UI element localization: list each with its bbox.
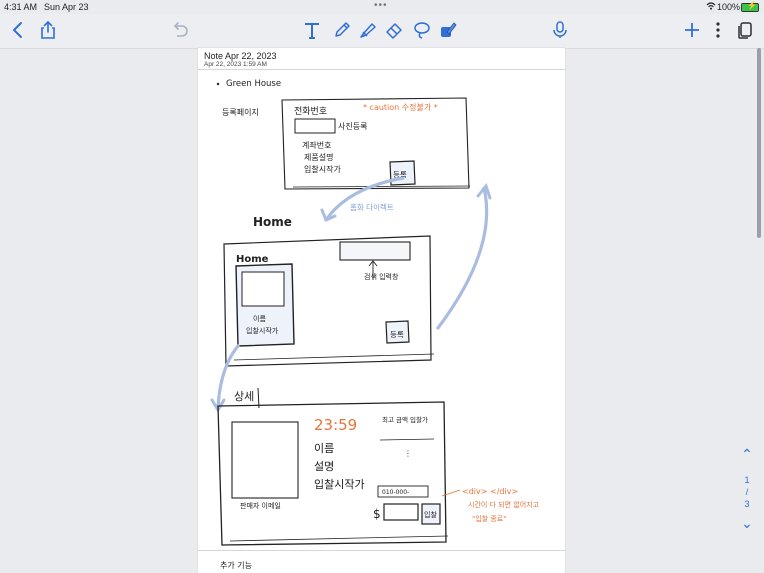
- shapes-icon[interactable]: [436, 18, 460, 42]
- highlighter-icon[interactable]: [356, 18, 380, 42]
- home-heading: Home: [253, 215, 292, 229]
- phone-number-label: 전화번호: [294, 106, 327, 117]
- bullet-dot: [216, 82, 220, 86]
- lasso-icon[interactable]: [410, 18, 434, 42]
- search-box-sketch: [339, 241, 411, 261]
- photo-placeholder-box: [294, 118, 336, 134]
- more-icon[interactable]: [706, 18, 730, 42]
- item-image-placeholder: [241, 271, 285, 307]
- bid-button-label: 입찰: [424, 510, 437, 519]
- status-bar: 4:31 AM Sun Apr 23 ••• 100% ⚡: [0, 0, 764, 14]
- back-chevron-icon[interactable]: [6, 18, 30, 42]
- bid-table-divider: [379, 438, 435, 441]
- share-icon[interactable]: [36, 18, 60, 42]
- detail-name: 이름: [314, 442, 334, 455]
- page-indicator: 1 / 3: [736, 474, 758, 510]
- microphone-icon[interactable]: [548, 18, 572, 42]
- section-title-green-house: Green House: [226, 79, 281, 89]
- detail-frame-shadow: [229, 535, 449, 542]
- toolbar: [0, 14, 764, 49]
- battery-percent: 100%: [717, 2, 741, 12]
- countdown-timer: 23:59: [314, 416, 357, 434]
- currency-mark: $: [373, 507, 381, 521]
- page-down-chevron-icon[interactable]: ⌄: [736, 515, 758, 532]
- item-name-label: 이름: [253, 314, 266, 323]
- home-frame-shadow: [233, 353, 435, 361]
- eraser-icon[interactable]: [382, 18, 406, 42]
- field-line-3: 입찰시작가: [304, 164, 341, 174]
- detail-description: 설명: [314, 460, 334, 473]
- pages-icon[interactable]: [733, 18, 757, 42]
- field-line-1: 계좌번호: [302, 140, 331, 150]
- total-pages: 3: [744, 499, 750, 509]
- handwritten-sketch[interactable]: Green House 등록페이지 전화번호 * caution 수정불가 * …: [198, 48, 565, 573]
- add-icon[interactable]: [680, 18, 704, 42]
- photo-register-label: 사진등록: [338, 121, 367, 131]
- flow-label: 홈화 다이렉트: [350, 202, 394, 212]
- status-date: Sun Apr 23: [44, 2, 89, 12]
- charging-bolt-icon: ⚡: [747, 1, 757, 10]
- bid-header-left: 최고 금액: [382, 415, 408, 424]
- wifi-icon: [706, 2, 716, 12]
- home-register-button-label: 등록: [390, 330, 404, 339]
- registration-frame-shadow: [292, 185, 471, 188]
- multitasking-dots-icon[interactable]: •••: [374, 0, 388, 11]
- page-up-chevron-icon[interactable]: ⌃: [736, 446, 758, 463]
- text-tool-icon[interactable]: [300, 18, 324, 42]
- page-separator: /: [745, 487, 749, 497]
- footer-text: 추가 기능: [220, 561, 252, 570]
- caution-note: * caution 수정불가 *: [363, 102, 438, 112]
- vertical-scrollbar[interactable]: [757, 48, 761, 238]
- div-note: <div> </div>: [462, 487, 518, 496]
- item-price-label: 입찰시작가: [246, 326, 279, 335]
- bid-table-ellipsis: ⋮: [404, 449, 412, 458]
- note-page[interactable]: Note Apr 22, 2023 Apr 22, 2023 1:59 AM G…: [198, 48, 565, 573]
- detail-start-price: 입찰시작가: [314, 478, 365, 491]
- battery-icon: ⚡: [741, 1, 759, 12]
- phone-input-hint: 010-000-: [382, 489, 409, 496]
- bid-header-right: 입찰가: [410, 415, 428, 424]
- seller-email-caption: 판매자 이메일: [240, 501, 281, 510]
- current-page: 1: [744, 475, 750, 485]
- search-note: 검색 입력창: [364, 272, 399, 281]
- registration-page-label: 등록페이지: [222, 107, 259, 117]
- pen-icon[interactable]: [330, 18, 354, 42]
- home-box-title: Home: [236, 254, 269, 265]
- div-note-line2: 시간이 다 되면 없어지고: [468, 500, 540, 509]
- undo-icon[interactable]: [168, 18, 192, 42]
- div-note-line3: "입찰 종료": [472, 514, 506, 523]
- field-line-2: 제품설명: [304, 152, 333, 162]
- detail-image-placeholder: [231, 421, 299, 499]
- status-time: 4:31 AM: [4, 2, 38, 12]
- bid-amount-input-sketch: [383, 503, 419, 521]
- detail-heading: 상세: [234, 390, 254, 403]
